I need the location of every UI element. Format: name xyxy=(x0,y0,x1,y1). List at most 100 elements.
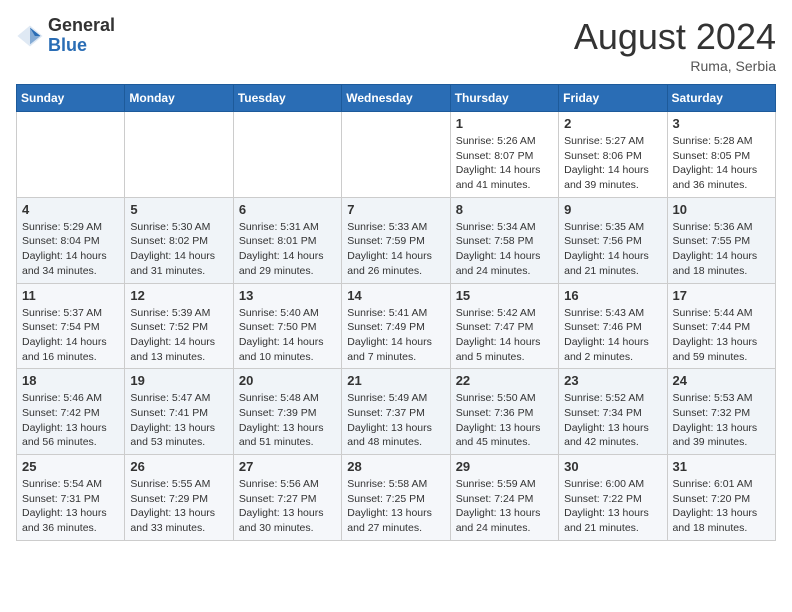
day-number: 15 xyxy=(456,288,553,303)
day-info: Sunrise: 5:59 AM Sunset: 7:24 PM Dayligh… xyxy=(456,477,553,536)
day-header-tuesday: Tuesday xyxy=(233,85,341,112)
page-header: General Blue August 2024 Ruma, Serbia xyxy=(16,16,776,74)
day-number: 31 xyxy=(673,459,770,474)
day-info: Sunrise: 5:41 AM Sunset: 7:49 PM Dayligh… xyxy=(347,306,444,365)
day-info: Sunrise: 5:34 AM Sunset: 7:58 PM Dayligh… xyxy=(456,220,553,279)
calendar-week-2: 4 Sunrise: 5:29 AM Sunset: 8:04 PM Daylig… xyxy=(17,197,776,283)
day-info: Sunrise: 5:37 AM Sunset: 7:54 PM Dayligh… xyxy=(22,306,119,365)
day-info: Sunrise: 6:00 AM Sunset: 7:22 PM Dayligh… xyxy=(564,477,661,536)
calendar-cell: 8 Sunrise: 5:34 AM Sunset: 7:58 PM Daylig… xyxy=(450,197,558,283)
calendar-cell: 22 Sunrise: 5:50 AM Sunset: 7:36 PM Dayli… xyxy=(450,369,558,455)
day-number: 29 xyxy=(456,459,553,474)
title-area: August 2024 Ruma, Serbia xyxy=(574,16,776,74)
calendar-cell: 31 Sunrise: 6:01 AM Sunset: 7:20 PM Dayli… xyxy=(667,455,775,541)
calendar-cell: 29 Sunrise: 5:59 AM Sunset: 7:24 PM Dayli… xyxy=(450,455,558,541)
calendar-week-3: 11 Sunrise: 5:37 AM Sunset: 7:54 PM Dayli… xyxy=(17,283,776,369)
day-info: Sunrise: 5:56 AM Sunset: 7:27 PM Dayligh… xyxy=(239,477,336,536)
calendar-cell: 4 Sunrise: 5:29 AM Sunset: 8:04 PM Daylig… xyxy=(17,197,125,283)
day-number: 14 xyxy=(347,288,444,303)
day-info: Sunrise: 5:53 AM Sunset: 7:32 PM Dayligh… xyxy=(673,391,770,450)
day-number: 26 xyxy=(130,459,227,474)
day-number: 22 xyxy=(456,373,553,388)
day-number: 16 xyxy=(564,288,661,303)
day-number: 1 xyxy=(456,116,553,131)
calendar-cell: 24 Sunrise: 5:53 AM Sunset: 7:32 PM Dayli… xyxy=(667,369,775,455)
day-info: Sunrise: 5:31 AM Sunset: 8:01 PM Dayligh… xyxy=(239,220,336,279)
calendar-cell: 26 Sunrise: 5:55 AM Sunset: 7:29 PM Dayli… xyxy=(125,455,233,541)
day-info: Sunrise: 5:33 AM Sunset: 7:59 PM Dayligh… xyxy=(347,220,444,279)
calendar-cell: 27 Sunrise: 5:56 AM Sunset: 7:27 PM Dayli… xyxy=(233,455,341,541)
day-header-saturday: Saturday xyxy=(667,85,775,112)
day-info: Sunrise: 5:28 AM Sunset: 8:05 PM Dayligh… xyxy=(673,134,770,193)
day-number: 17 xyxy=(673,288,770,303)
day-info: Sunrise: 5:44 AM Sunset: 7:44 PM Dayligh… xyxy=(673,306,770,365)
calendar-week-5: 25 Sunrise: 5:54 AM Sunset: 7:31 PM Dayli… xyxy=(17,455,776,541)
day-number: 13 xyxy=(239,288,336,303)
day-number: 7 xyxy=(347,202,444,217)
calendar-cell: 1Sunrise: 5:26 AM Sunset: 8:07 PM Daylig… xyxy=(450,112,558,198)
day-number: 9 xyxy=(564,202,661,217)
day-info: Sunrise: 5:47 AM Sunset: 7:41 PM Dayligh… xyxy=(130,391,227,450)
day-info: Sunrise: 5:27 AM Sunset: 8:06 PM Dayligh… xyxy=(564,134,661,193)
day-number: 18 xyxy=(22,373,119,388)
day-info: Sunrise: 5:42 AM Sunset: 7:47 PM Dayligh… xyxy=(456,306,553,365)
calendar-cell xyxy=(125,112,233,198)
calendar-cell xyxy=(17,112,125,198)
calendar-cell: 10Sunrise: 5:36 AM Sunset: 7:55 PM Dayli… xyxy=(667,197,775,283)
day-info: Sunrise: 5:54 AM Sunset: 7:31 PM Dayligh… xyxy=(22,477,119,536)
logo-general-text: General xyxy=(48,16,115,36)
calendar-cell: 23Sunrise: 5:52 AM Sunset: 7:34 PM Dayli… xyxy=(559,369,667,455)
calendar-table: SundayMondayTuesdayWednesdayThursdayFrid… xyxy=(16,84,776,541)
location: Ruma, Serbia xyxy=(574,58,776,74)
day-number: 10 xyxy=(673,202,770,217)
logo: General Blue xyxy=(16,16,115,56)
day-number: 21 xyxy=(347,373,444,388)
day-number: 5 xyxy=(130,202,227,217)
calendar-cell: 25 Sunrise: 5:54 AM Sunset: 7:31 PM Dayli… xyxy=(17,455,125,541)
day-number: 28 xyxy=(347,459,444,474)
calendar-cell: 17 Sunrise: 5:44 AM Sunset: 7:44 PM Dayli… xyxy=(667,283,775,369)
day-number: 27 xyxy=(239,459,336,474)
day-number: 2 xyxy=(564,116,661,131)
month-title: August 2024 xyxy=(574,16,776,58)
day-info: Sunrise: 5:43 AM Sunset: 7:46 PM Dayligh… xyxy=(564,306,661,365)
day-info: Sunrise: 5:48 AM Sunset: 7:39 PM Dayligh… xyxy=(239,391,336,450)
calendar-cell: 5 Sunrise: 5:30 AM Sunset: 8:02 PM Daylig… xyxy=(125,197,233,283)
day-number: 12 xyxy=(130,288,227,303)
day-info: Sunrise: 5:55 AM Sunset: 7:29 PM Dayligh… xyxy=(130,477,227,536)
day-info: Sunrise: 5:52 AM Sunset: 7:34 PM Dayligh… xyxy=(564,391,661,450)
day-info: Sunrise: 5:50 AM Sunset: 7:36 PM Dayligh… xyxy=(456,391,553,450)
day-info: Sunrise: 5:46 AM Sunset: 7:42 PM Dayligh… xyxy=(22,391,119,450)
day-info: Sunrise: 6:01 AM Sunset: 7:20 PM Dayligh… xyxy=(673,477,770,536)
day-number: 24 xyxy=(673,373,770,388)
calendar-week-1: 1Sunrise: 5:26 AM Sunset: 8:07 PM Daylig… xyxy=(17,112,776,198)
day-info: Sunrise: 5:29 AM Sunset: 8:04 PM Dayligh… xyxy=(22,220,119,279)
day-info: Sunrise: 5:30 AM Sunset: 8:02 PM Dayligh… xyxy=(130,220,227,279)
calendar-cell: 15 Sunrise: 5:42 AM Sunset: 7:47 PM Dayli… xyxy=(450,283,558,369)
calendar-cell: 20 Sunrise: 5:48 AM Sunset: 7:39 PM Dayli… xyxy=(233,369,341,455)
calendar-cell: 6 Sunrise: 5:31 AM Sunset: 8:01 PM Daylig… xyxy=(233,197,341,283)
calendar-cell: 3 Sunrise: 5:28 AM Sunset: 8:05 PM Daylig… xyxy=(667,112,775,198)
calendar-cell xyxy=(342,112,450,198)
day-number: 6 xyxy=(239,202,336,217)
day-info: Sunrise: 5:49 AM Sunset: 7:37 PM Dayligh… xyxy=(347,391,444,450)
calendar-cell: 18 Sunrise: 5:46 AM Sunset: 7:42 PM Dayli… xyxy=(17,369,125,455)
calendar-cell: 9 Sunrise: 5:35 AM Sunset: 7:56 PM Daylig… xyxy=(559,197,667,283)
day-info: Sunrise: 5:35 AM Sunset: 7:56 PM Dayligh… xyxy=(564,220,661,279)
logo-blue-text: Blue xyxy=(48,36,115,56)
day-number: 11 xyxy=(22,288,119,303)
day-header-sunday: Sunday xyxy=(17,85,125,112)
calendar-cell: 7 Sunrise: 5:33 AM Sunset: 7:59 PM Daylig… xyxy=(342,197,450,283)
day-header-monday: Monday xyxy=(125,85,233,112)
calendar-cell: 14 Sunrise: 5:41 AM Sunset: 7:49 PM Dayli… xyxy=(342,283,450,369)
day-number: 3 xyxy=(673,116,770,131)
logo-text: General Blue xyxy=(48,16,115,56)
calendar-cell: 2 Sunrise: 5:27 AM Sunset: 8:06 PM Daylig… xyxy=(559,112,667,198)
day-number: 25 xyxy=(22,459,119,474)
day-number: 20 xyxy=(239,373,336,388)
day-number: 4 xyxy=(22,202,119,217)
day-number: 8 xyxy=(456,202,553,217)
calendar-cell: 21 Sunrise: 5:49 AM Sunset: 7:37 PM Dayli… xyxy=(342,369,450,455)
calendar-cell: 28Sunrise: 5:58 AM Sunset: 7:25 PM Dayli… xyxy=(342,455,450,541)
calendar-cell: 11 Sunrise: 5:37 AM Sunset: 7:54 PM Dayli… xyxy=(17,283,125,369)
